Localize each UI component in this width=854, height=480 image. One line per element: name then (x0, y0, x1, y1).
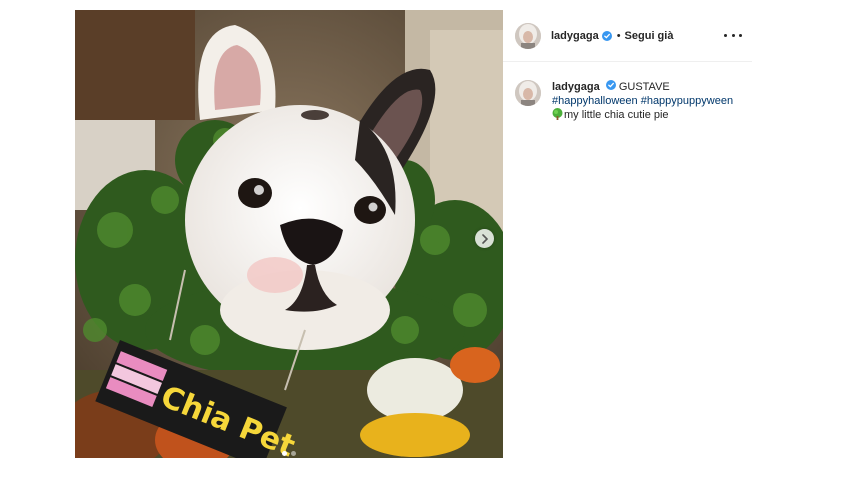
carousel-indicator (75, 451, 503, 456)
more-options-icon (724, 33, 727, 37)
caption-avatar[interactable] (515, 80, 541, 106)
avatar-image (515, 22, 541, 49)
verified-badge-icon (605, 80, 616, 90)
post-header: ladygaga • Segui già (503, 10, 752, 62)
carousel-next-button[interactable] (475, 229, 494, 248)
author-avatar[interactable] (515, 22, 541, 49)
verified-badge-icon (601, 30, 612, 41)
header-separator: • (616, 29, 621, 42)
post-photo[interactable]: Chia Pet (75, 10, 503, 458)
chevron-right-icon (481, 233, 488, 244)
instagram-post: Chia Pet ladygaga • Segui già ladygaga G… (75, 10, 752, 458)
caption-text: my little chia cutie pie (564, 109, 669, 121)
more-options-button[interactable] (724, 30, 742, 40)
dog-photo-illustration: Chia Pet (75, 10, 503, 458)
carousel-dot-2 (291, 451, 296, 456)
carousel-dot-1 (282, 451, 287, 456)
hashtag-link[interactable]: #happypuppyween (641, 95, 733, 107)
post-side-panel: ladygaga • Segui già ladygaga GUSTAVE #h… (503, 10, 752, 458)
caption-comment: ladygaga GUSTAVE #happyhalloween #happyp… (515, 80, 745, 124)
author-username[interactable]: ladygaga (551, 30, 599, 42)
following-button[interactable]: Segui già (625, 30, 674, 42)
hashtag-link[interactable]: #happyhalloween (552, 95, 638, 107)
caption-body: ladygaga GUSTAVE #happyhalloween #happyp… (552, 80, 733, 124)
avatar-image (515, 80, 541, 106)
caption-username[interactable]: ladygaga (552, 81, 600, 93)
caption-title: GUSTAVE (618, 81, 670, 93)
tree-emoji-icon (552, 108, 563, 124)
